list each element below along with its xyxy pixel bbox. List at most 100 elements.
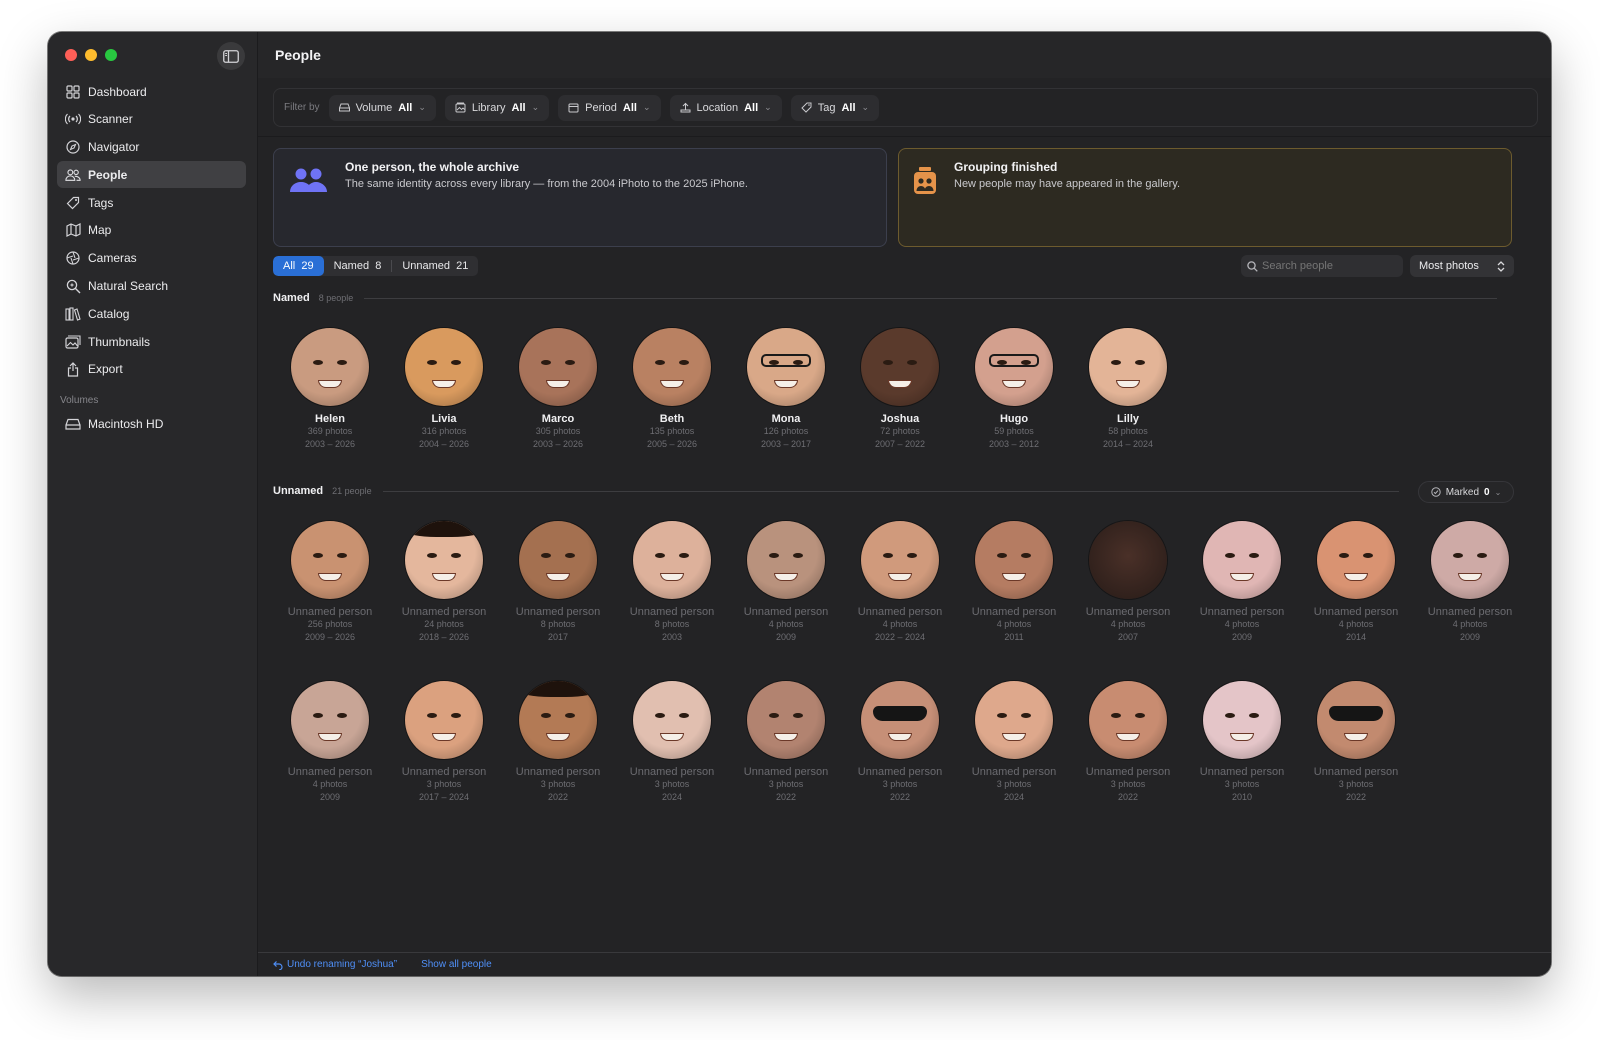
face-thumbnail[interactable]	[861, 328, 939, 406]
sort-select[interactable]: Most photos	[1410, 255, 1514, 277]
face-thumbnail[interactable]	[291, 328, 369, 406]
unnamed-person-card[interactable]: Unnamed person 3 photos 2017 – 2024	[387, 681, 501, 804]
person-card[interactable]: Helen 369 photos 2003 – 2026	[273, 328, 387, 451]
face-thumbnail[interactable]	[291, 681, 369, 759]
face-thumbnail[interactable]	[1203, 681, 1281, 759]
unnamed-person-card[interactable]: Unnamed person 24 photos 2018 – 2026	[387, 521, 501, 644]
face-thumbnail[interactable]	[1203, 521, 1281, 599]
marked-filter-button[interactable]: Marked 0 ⌄	[1418, 481, 1514, 503]
search-input[interactable]	[1262, 260, 1392, 272]
person-name[interactable]: Lilly	[1117, 413, 1139, 425]
person-card[interactable]: Marco 305 photos 2003 – 2026	[501, 328, 615, 451]
face-thumbnail[interactable]	[975, 328, 1053, 406]
face-thumbnail[interactable]	[975, 521, 1053, 599]
unnamed-person-card[interactable]: Unnamed person 256 photos 2009 – 2026	[273, 521, 387, 644]
face-thumbnail[interactable]	[633, 328, 711, 406]
sidebar-item-export[interactable]: Export	[57, 356, 246, 383]
unnamed-person-card[interactable]: Unnamed person 3 photos 2022	[729, 681, 843, 804]
filter-period-dropdown[interactable]: Period All ⌄	[558, 94, 661, 121]
face-thumbnail[interactable]	[633, 681, 711, 759]
filter-library-dropdown[interactable]: Library All ⌄	[444, 94, 550, 121]
face-thumbnail[interactable]	[861, 681, 939, 759]
person-name[interactable]: Helen	[315, 413, 345, 425]
sidebar-item-dashboard[interactable]: Dashboard	[57, 78, 246, 105]
person-name[interactable]: Marco	[542, 413, 574, 425]
face-thumbnail[interactable]	[1317, 681, 1395, 759]
sidebar-item-natural-search[interactable]: Natural Search	[57, 273, 246, 300]
filter-location-dropdown[interactable]: Location All ⌄	[669, 94, 782, 121]
segment-label: Unnamed	[402, 260, 451, 272]
unnamed-person-card[interactable]: Unnamed person 3 photos 2010	[1185, 681, 1299, 804]
sidebar-toggle-button[interactable]	[217, 42, 245, 70]
sidebar-item-people[interactable]: People	[57, 161, 246, 189]
segment-unnamed[interactable]: Unnamed 21	[392, 256, 478, 276]
filter-volume-dropdown[interactable]: Volume All ⌄	[328, 94, 436, 121]
sidebar-item-catalog[interactable]: Catalog	[57, 300, 246, 327]
face-thumbnail[interactable]	[519, 328, 597, 406]
unnamed-person-card[interactable]: Unnamed person 8 photos 2017	[501, 521, 615, 644]
unnamed-person-card[interactable]: Unnamed person 8 photos 2003	[615, 521, 729, 644]
segment-named[interactable]: Named 8	[324, 256, 392, 276]
person-name[interactable]: Beth	[660, 413, 684, 425]
unnamed-person-card[interactable]: Unnamed person 3 photos 2022	[501, 681, 615, 804]
person-card[interactable]: Hugo 59 photos 2003 – 2012	[957, 328, 1071, 451]
search-field[interactable]	[1241, 255, 1403, 277]
filter-tag-dropdown[interactable]: Tag All ⌄	[790, 94, 880, 121]
unnamed-person-card[interactable]: Unnamed person 4 photos 2014	[1299, 521, 1413, 644]
face-thumbnail[interactable]	[747, 328, 825, 406]
sidebar-item-cameras[interactable]: Cameras	[57, 245, 246, 272]
face-thumbnail[interactable]	[291, 521, 369, 599]
show-all-people-link[interactable]: Show all people	[421, 959, 492, 970]
face-thumbnail[interactable]	[1317, 521, 1395, 599]
face-thumbnail[interactable]	[405, 521, 483, 599]
sidebar-item-navigator[interactable]: Navigator	[57, 134, 246, 161]
close-window-button[interactable]	[65, 49, 77, 61]
person-name: Unnamed person	[1199, 766, 1285, 778]
unnamed-person-card[interactable]: Unnamed person 3 photos 2022	[843, 681, 957, 804]
sidebar-item-thumbnails[interactable]: Thumbnails	[57, 328, 246, 355]
face-thumbnail[interactable]	[1089, 681, 1167, 759]
person-name[interactable]: Joshua	[881, 413, 920, 425]
face-thumbnail[interactable]	[747, 681, 825, 759]
unnamed-person-card[interactable]: Unnamed person 3 photos 2022	[1299, 681, 1413, 804]
unnamed-person-card[interactable]: Unnamed person 3 photos 2024	[615, 681, 729, 804]
person-name[interactable]: Mona	[772, 413, 801, 425]
sidebar-item-volume[interactable]: Macintosh HD	[57, 411, 246, 438]
unnamed-person-card[interactable]: Unnamed person 4 photos 2011	[957, 521, 1071, 644]
unnamed-person-card[interactable]: Unnamed person 4 photos 2009	[1413, 521, 1527, 644]
face-thumbnail[interactable]	[633, 521, 711, 599]
person-name[interactable]: Livia	[431, 413, 456, 425]
person-card[interactable]: Lilly 58 photos 2014 – 2024	[1071, 328, 1185, 451]
person-name[interactable]: Hugo	[1000, 413, 1028, 425]
face-thumbnail[interactable]	[519, 681, 597, 759]
unnamed-person-card[interactable]: Unnamed person 4 photos 2007	[1071, 521, 1185, 644]
face-thumbnail[interactable]	[1089, 521, 1167, 599]
face-thumbnail[interactable]	[1089, 328, 1167, 406]
sidebar-item-map[interactable]: Map	[57, 217, 246, 244]
unnamed-person-card[interactable]: Unnamed person 3 photos 2022	[1071, 681, 1185, 804]
unnamed-person-card[interactable]: Unnamed person 4 photos 2009	[729, 521, 843, 644]
face-thumbnail[interactable]	[747, 521, 825, 599]
person-card[interactable]: Beth 135 photos 2005 – 2026	[615, 328, 729, 451]
sidebar-item-scanner[interactable]: Scanner	[57, 106, 246, 133]
face-thumbnail[interactable]	[861, 521, 939, 599]
sidebar-item-label: Natural Search	[88, 279, 169, 294]
face-thumbnail[interactable]	[405, 328, 483, 406]
undo-link[interactable]: Undo renaming “Joshua”	[273, 959, 409, 970]
face-thumbnail[interactable]	[975, 681, 1053, 759]
minimize-window-button[interactable]	[85, 49, 97, 61]
person-card[interactable]: Livia 316 photos 2004 – 2026	[387, 328, 501, 451]
face-thumbnail[interactable]	[519, 521, 597, 599]
unnamed-person-card[interactable]: Unnamed person 4 photos 2022 – 2024	[843, 521, 957, 644]
unnamed-person-card[interactable]: Unnamed person 4 photos 2009	[273, 681, 387, 804]
segment-all[interactable]: All 29	[273, 256, 324, 276]
unnamed-person-card[interactable]: Unnamed person 4 photos 2009	[1185, 521, 1299, 644]
sidebar-item-tags[interactable]: Tags	[57, 189, 246, 216]
person-card[interactable]: Mona 126 photos 2003 – 2017	[729, 328, 843, 451]
face-thumbnail[interactable]	[405, 681, 483, 759]
face-thumbnail[interactable]	[1431, 521, 1509, 599]
person-card[interactable]: Joshua 72 photos 2007 – 2022	[843, 328, 957, 451]
unnamed-section-header: Unnamed 21 people	[273, 485, 1399, 497]
zoom-window-button[interactable]	[105, 49, 117, 61]
unnamed-person-card[interactable]: Unnamed person 3 photos 2024	[957, 681, 1071, 804]
